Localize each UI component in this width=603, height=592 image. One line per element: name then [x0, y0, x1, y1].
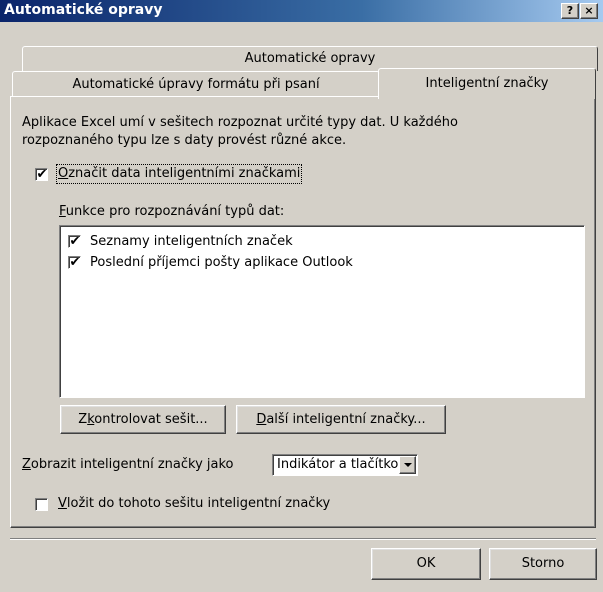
button-text: OK — [416, 556, 436, 571]
label-smart-tags-label[interactable]: Označit data inteligentními značkami — [55, 164, 303, 184]
heading-text: unkce pro rozpoznávání typů dat: — [65, 204, 285, 219]
embed-smart-tags-checkbox[interactable] — [35, 498, 48, 511]
checkmark-icon: ✔ — [69, 234, 81, 249]
show-as-dropdown[interactable]: Indikátor a tlačítko — [272, 454, 418, 476]
list-item-checkbox[interactable]: ✔ — [68, 234, 81, 249]
show-as-selected: Indikátor a tlačítko — [277, 457, 399, 472]
window-title: Automatické opravy — [4, 2, 163, 18]
description-line: rozpoznaného typu lze s daty provést růz… — [22, 133, 347, 148]
list-item-checkbox[interactable]: ✔ — [68, 255, 81, 270]
close-icon: × — [584, 4, 594, 17]
button-text: alší inteligentní značky... — [266, 412, 426, 427]
show-as-label: Zobrazit inteligentní značky jako — [22, 457, 234, 472]
tab-label: Automatické opravy — [244, 51, 376, 66]
divider — [10, 538, 596, 540]
access-key: O — [58, 166, 69, 181]
dropdown-button[interactable] — [399, 456, 416, 474]
tab-autoformat-as-you-type[interactable]: Automatické úpravy formátu při psaní — [12, 71, 380, 97]
label-text: obrazit inteligentní značky jako — [30, 457, 234, 472]
tab-label: Automatické úpravy formátu při psaní — [72, 77, 320, 92]
close-button[interactable]: × — [580, 3, 598, 19]
checkmark-icon: ✔ — [69, 255, 81, 270]
list-item-label: Poslední příjemci pošty aplikace Outlook — [90, 255, 353, 270]
title-bar[interactable]: Automatické opravy ? × — [0, 0, 603, 22]
help-button[interactable]: ? — [561, 3, 579, 19]
tab-smart-tags[interactable]: Inteligentní značky — [378, 68, 596, 99]
label-text: značit data inteligentními značkami — [68, 166, 301, 181]
chevron-down-icon — [404, 463, 412, 467]
access-key: Z — [22, 457, 31, 472]
button-text: ontrolovat sešit... — [94, 412, 208, 427]
description-line: Aplikace Excel umí v sešitech rozpoznat … — [22, 115, 458, 130]
cancel-button[interactable]: Storno — [489, 548, 597, 580]
label-smart-tags-checkbox[interactable]: ✔ — [35, 167, 48, 182]
button-text: Z — [78, 412, 88, 427]
recognizers-list[interactable]: ✔ Seznamy inteligentních značek ✔ Posled… — [59, 225, 585, 398]
access-key: V — [58, 496, 67, 511]
check-workbook-button[interactable]: Zkontrolovat sešit... — [60, 405, 226, 434]
more-smart-tags-button[interactable]: Další inteligentní značky... — [236, 405, 446, 434]
button-text: Storno — [521, 556, 565, 571]
description: Aplikace Excel umí v sešitech rozpoznat … — [22, 114, 458, 150]
list-item-label: Seznamy inteligentních značek — [90, 234, 293, 249]
tab-label: Inteligentní značky — [425, 76, 549, 91]
access-key: F — [59, 204, 66, 219]
embed-smart-tags-label[interactable]: Vložit do tohoto sešitu inteligentní zna… — [58, 496, 330, 511]
help-icon: ? — [566, 4, 574, 17]
checkmark-icon: ✔ — [36, 167, 48, 182]
recognizers-heading: Funkce pro rozpoznávání typů dat: — [59, 204, 284, 219]
label-text: ložit do tohoto sešitu inteligentní znač… — [66, 496, 331, 511]
access-key: D — [256, 412, 267, 427]
ok-button[interactable]: OK — [371, 548, 481, 580]
